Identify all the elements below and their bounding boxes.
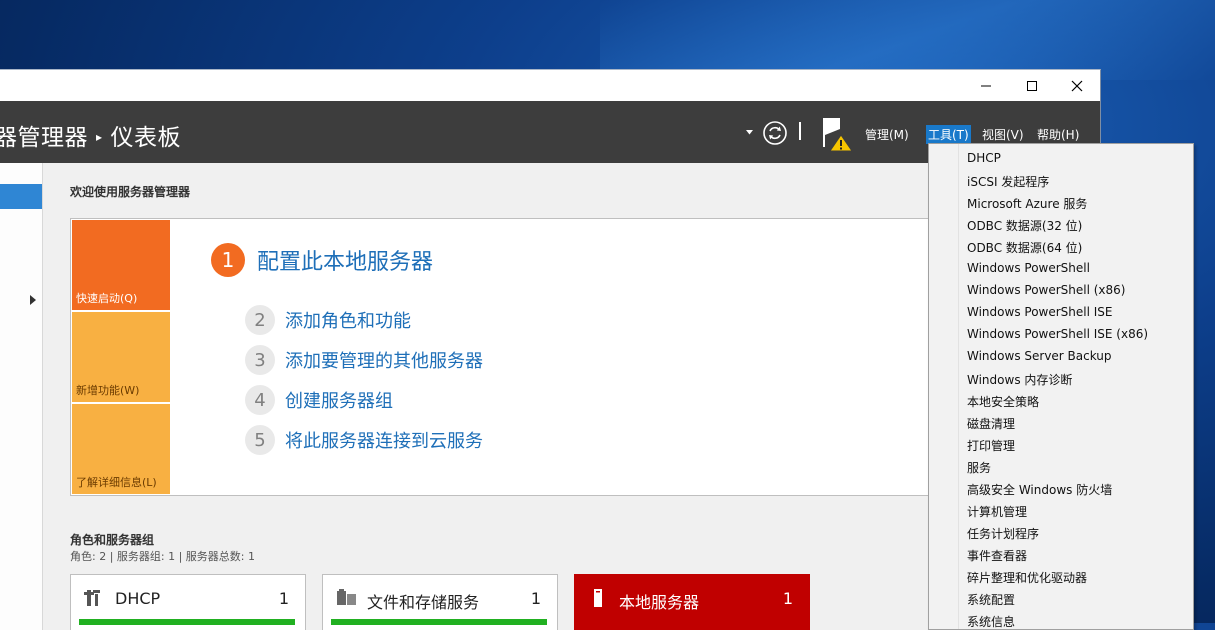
status-bar [331, 619, 547, 625]
tools-menu-item[interactable]: ODBC 数据源(64 位) [967, 239, 1082, 256]
tools-menu-item[interactable]: Windows PowerShell ISE (x86) [967, 327, 1148, 341]
step-link[interactable]: 创建服务器组 [285, 387, 393, 413]
breadcrumb-parent[interactable]: 器管理器 [0, 125, 88, 151]
expand-arrow-icon[interactable] [30, 295, 36, 305]
breadcrumb-separator-icon: ▸ [96, 130, 103, 144]
step-add-roles[interactable]: 2 添加角色和功能 [245, 305, 411, 335]
tools-menu-item[interactable]: Windows 内存诊断 [967, 371, 1072, 388]
role-card-file-storage[interactable]: 文件和存储服务 1 [322, 574, 558, 630]
tools-menu-item[interactable]: Windows PowerShell (x86) [967, 283, 1125, 297]
sidebar [0, 163, 43, 630]
menu-manage[interactable]: 管理(M) [863, 125, 911, 144]
tools-menu-item[interactable]: 高级安全 Windows 防火墙 [967, 481, 1112, 498]
role-card-name: 本地服务器 [619, 593, 700, 612]
step-add-servers[interactable]: 3 添加要管理的其他服务器 [245, 345, 483, 375]
tools-menu-item[interactable]: Microsoft Azure 服务 [967, 195, 1087, 212]
refresh-icon[interactable] [762, 120, 788, 146]
tile-learn-more-label: 了解详细信息(L) [76, 476, 157, 489]
notifications-flag-icon[interactable] [820, 115, 854, 151]
tools-dropdown-menu: DHCP iSCSI 发起程序 Microsoft Azure 服务 ODBC 数据源… [928, 143, 1194, 630]
step-number-badge: 5 [245, 425, 275, 455]
desktop-background [600, 0, 1215, 80]
step-number-badge: 1 [211, 243, 245, 277]
role-card-count: 1 [782, 589, 793, 608]
role-card-count: 1 [278, 589, 289, 608]
tools-menu-item[interactable]: 本地安全策略 [967, 393, 1039, 410]
step-configure-local-server[interactable]: 1 配置此本地服务器 [211, 243, 433, 277]
dhcp-icon [84, 590, 100, 606]
tools-menu-item[interactable]: Windows PowerShell [967, 261, 1090, 275]
tile-whats-new[interactable]: 新增功能(W) [72, 312, 170, 402]
welcome-title: 欢迎使用服务器管理器 [70, 185, 191, 199]
minimize-button[interactable] [963, 70, 1009, 101]
header-divider [799, 122, 801, 140]
step-link[interactable]: 添加角色和功能 [285, 307, 411, 333]
tools-menu-item[interactable]: 服务 [967, 459, 991, 476]
role-card-name: DHCP [115, 589, 161, 608]
step-create-server-group[interactable]: 4 创建服务器组 [245, 385, 393, 415]
tile-quick-start-label: 快速启动(Q) [76, 292, 138, 305]
tools-menu-item[interactable]: iSCSI 发起程序 [967, 173, 1049, 190]
maximize-icon [1027, 80, 1037, 91]
breadcrumb: 器管理器 ▸ 仪表板 [0, 118, 181, 152]
step-link[interactable]: 添加要管理的其他服务器 [285, 347, 483, 373]
menu-view[interactable]: 视图(V) [980, 125, 1026, 144]
minimize-icon [981, 85, 991, 86]
tools-menu-item[interactable]: 磁盘清理 [967, 415, 1015, 432]
tile-whats-new-label: 新增功能(W) [76, 384, 140, 397]
close-button[interactable] [1054, 70, 1100, 101]
breadcrumb-current: 仪表板 [110, 125, 182, 151]
maximize-button[interactable] [1009, 70, 1055, 101]
roles-section-title: 角色和服务器组 [70, 533, 155, 547]
step-number-badge: 4 [245, 385, 275, 415]
tools-menu-item[interactable]: 任务计划程序 [967, 525, 1039, 542]
tools-menu-item[interactable]: ODBC 数据源(32 位) [967, 217, 1082, 234]
file-storage-icon [337, 589, 356, 605]
role-card-dhcp[interactable]: DHCP 1 [70, 574, 306, 630]
tools-menu-item[interactable]: 系统信息 [967, 613, 1015, 629]
dropdown-arrow-icon[interactable] [745, 128, 754, 136]
title-bar [0, 70, 1100, 101]
welcome-panel: 快速启动(Q) 新增功能(W) 了解详细信息(L) 1 配置此本地服务器 2 添… [70, 218, 934, 496]
tools-menu-item[interactable]: 碎片整理和优化驱动器 [967, 569, 1087, 586]
role-card-count: 1 [530, 589, 541, 608]
menu-tools[interactable]: 工具(T) [926, 125, 971, 144]
step-number-badge: 2 [245, 305, 275, 335]
step-link[interactable]: 将此服务器连接到云服务 [285, 427, 483, 453]
roles-summary: 角色: 2 | 服务器组: 1 | 服务器总数: 1 [70, 550, 256, 563]
tools-menu-item[interactable]: 计算机管理 [967, 503, 1027, 520]
close-icon [1071, 80, 1083, 91]
step-link[interactable]: 配置此本地服务器 [257, 244, 433, 276]
step-number-badge: 3 [245, 345, 275, 375]
local-server-icon [594, 589, 602, 607]
tools-menu-item[interactable]: Windows PowerShell ISE [967, 305, 1113, 319]
tools-menu-item[interactable]: 事件查看器 [967, 547, 1027, 564]
tools-menu-item[interactable]: 系统配置 [967, 591, 1015, 608]
role-card-name: 文件和存储服务 [367, 593, 480, 612]
menu-icon-gutter [958, 144, 959, 629]
step-connect-cloud[interactable]: 5 将此服务器连接到云服务 [245, 425, 483, 455]
tile-learn-more[interactable]: 了解详细信息(L) [72, 404, 170, 494]
menu-help[interactable]: 帮助(H) [1035, 125, 1081, 144]
status-bar [79, 619, 295, 625]
tools-menu-item[interactable]: Windows Server Backup [967, 349, 1112, 363]
sidebar-item-dashboard[interactable] [0, 184, 42, 209]
tile-quick-start[interactable]: 快速启动(Q) [72, 220, 170, 310]
role-card-local-server[interactable]: 本地服务器 1 [574, 574, 810, 630]
tools-menu-item[interactable]: DHCP [967, 151, 1001, 165]
tools-menu-item[interactable]: 打印管理 [967, 437, 1015, 454]
